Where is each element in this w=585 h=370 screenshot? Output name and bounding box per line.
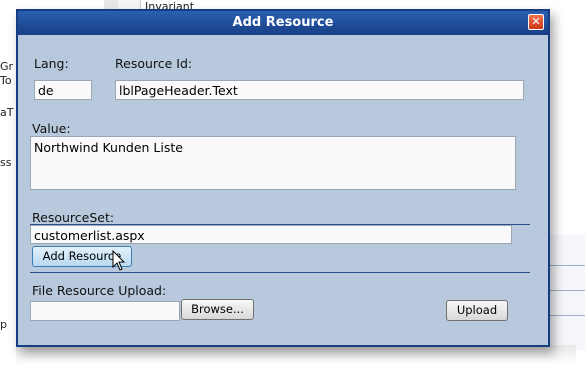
background-text-fragment: ss [0, 156, 12, 169]
lang-input[interactable]: de [34, 80, 92, 100]
browse-button[interactable]: Browse... [181, 299, 254, 320]
lang-label: Lang: [34, 56, 69, 71]
background-text-fragment: Gr [0, 60, 14, 73]
value-label: Value: [32, 121, 71, 136]
background-text-fragment: p [0, 318, 7, 331]
background-text-fragment: aT [0, 106, 14, 119]
value-textarea[interactable]: Northwind Kunden Liste [30, 136, 516, 190]
section-divider [30, 272, 530, 273]
close-icon[interactable]: ✕ [528, 14, 544, 30]
resource-id-input[interactable]: lblPageHeader.Text [115, 80, 524, 100]
background-text-fragment: To [0, 74, 12, 87]
resourceset-label: ResourceSet: [32, 210, 115, 225]
dialog-titlebar[interactable]: Add Resource ✕ [18, 11, 548, 35]
file-upload-label: File Resource Upload: [32, 283, 167, 298]
resource-id-label: Resource Id: [115, 56, 193, 71]
dialog-title: Add Resource [232, 15, 334, 30]
file-path-input[interactable] [30, 301, 180, 321]
mouse-pointer-icon [112, 250, 126, 271]
resourceset-input[interactable]: customerlist.aspx [30, 225, 512, 244]
add-resource-dialog: Add Resource ✕ Lang: de Resource Id: lbl… [16, 9, 550, 347]
upload-button[interactable]: Upload [446, 300, 508, 321]
background-shadow [16, 345, 576, 365]
